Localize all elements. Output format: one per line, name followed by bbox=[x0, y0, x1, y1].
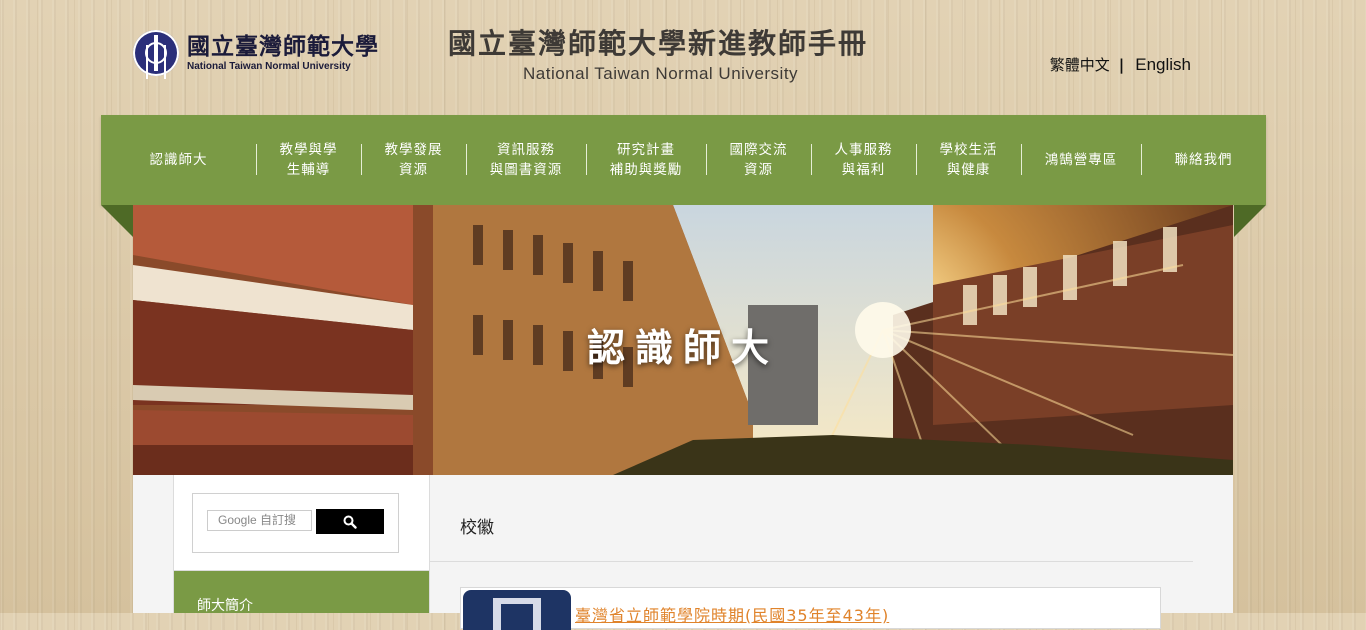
title-divider bbox=[429, 561, 1193, 562]
nav-item-label: 資訊服務 bbox=[497, 142, 555, 158]
nav-fold-right bbox=[1234, 205, 1266, 237]
nav-item-information-library[interactable]: 資訊服務 與圖書資源 bbox=[466, 115, 586, 205]
hero-banner: 認識師大 bbox=[133, 205, 1233, 475]
emblem-card: 臺灣省立師範學院時期(民國35年至43年) bbox=[460, 587, 1161, 630]
university-logo[interactable]: 國立臺灣師範大學 National Taiwan Normal Universi… bbox=[133, 30, 379, 76]
nav-item-label: 與健康 bbox=[946, 162, 991, 178]
page-title: 校徽 bbox=[460, 518, 494, 538]
nav-item-label: 補助與獎勵 bbox=[609, 162, 683, 178]
lang-en-link[interactable]: English bbox=[1135, 55, 1191, 75]
nav-item-label: 人事服務 bbox=[834, 142, 893, 158]
sidebar: Google 自訂搜 師大簡介 bbox=[173, 475, 430, 614]
search-input[interactable]: Google 自訂搜 bbox=[207, 510, 312, 531]
site-title-en: National Taiwan Normal University bbox=[523, 64, 799, 83]
search-placeholder: 自訂搜 bbox=[260, 513, 297, 527]
nav-item-label: 鴻鵠營專區 bbox=[1044, 152, 1118, 168]
nav-item-label: 資源 bbox=[399, 162, 428, 178]
site-title: 國立臺灣師範大學新進教師手冊 National Taiwan Normal Un… bbox=[448, 26, 888, 86]
search-button[interactable] bbox=[316, 509, 384, 534]
content-area: Google 自訂搜 師大簡介 校徽 臺灣省立師範學院時期(民國35年至43年) bbox=[133, 475, 1233, 630]
google-brand: Google bbox=[218, 513, 257, 527]
language-switcher: 繁體中文 | English bbox=[1050, 54, 1191, 75]
nav-item-label: 國際交流 bbox=[729, 142, 788, 158]
site-title-zh: 國立臺灣師範大學新進教師手冊 bbox=[448, 27, 869, 60]
main-nav: 認識師大 教學與學 生輔導 教學發展 資源 資訊服務 與圖書資源 研究計畫 補助與獎勵 … bbox=[101, 115, 1266, 205]
lang-zh-link[interactable]: 繁體中文 bbox=[1050, 54, 1110, 75]
nav-item-label: 生輔導 bbox=[286, 162, 331, 178]
nav-item-label: 認識師大 bbox=[149, 152, 208, 168]
nav-item-label: 與福利 bbox=[841, 162, 886, 178]
nav-item-campus-life[interactable]: 學校生活 與健康 bbox=[916, 115, 1021, 205]
nav-item-label: 研究計畫 bbox=[617, 142, 675, 158]
search-box: Google 自訂搜 bbox=[192, 493, 399, 553]
logo-name-zh: 國立臺灣師範大學 bbox=[187, 33, 379, 60]
nav-item-research-grants[interactable]: 研究計畫 補助與獎勵 bbox=[586, 115, 706, 205]
nav-item-about[interactable]: 認識師大 bbox=[101, 115, 256, 205]
nav-item-contact[interactable]: 聯絡我們 bbox=[1141, 115, 1266, 205]
nav-item-label: 資源 bbox=[744, 162, 773, 178]
search-icon bbox=[343, 515, 357, 529]
nav-item-teaching-guidance[interactable]: 教學與學 生輔導 bbox=[256, 115, 361, 205]
nav-item-label: 教學與學 bbox=[279, 142, 338, 158]
hero-title: 認識師大 bbox=[586, 326, 779, 370]
sidebar-item-intro[interactable]: 師大簡介 bbox=[174, 571, 429, 614]
nav-item-personnel[interactable]: 人事服務 與福利 bbox=[811, 115, 916, 205]
nav-item-label: 聯絡我們 bbox=[1174, 152, 1233, 168]
lang-separator: | bbox=[1118, 55, 1125, 74]
nav-item-label: 與圖書資源 bbox=[489, 162, 563, 178]
nav-item-label: 學校生活 bbox=[939, 142, 998, 158]
emblem-image bbox=[463, 590, 571, 630]
nav-item-international[interactable]: 國際交流 資源 bbox=[706, 115, 811, 205]
nav-fold-left bbox=[101, 205, 133, 237]
nav-item-teaching-development[interactable]: 教學發展 資源 bbox=[361, 115, 466, 205]
university-seal-icon bbox=[133, 30, 179, 76]
nav-item-label: 教學發展 bbox=[384, 142, 443, 158]
logo-name-en: National Taiwan Normal University bbox=[187, 61, 351, 72]
nav-item-orientation-camp[interactable]: 鴻鵠營專區 bbox=[1021, 115, 1141, 205]
emblem-era-link[interactable]: 臺灣省立師範學院時期(民國35年至43年) bbox=[575, 602, 889, 626]
